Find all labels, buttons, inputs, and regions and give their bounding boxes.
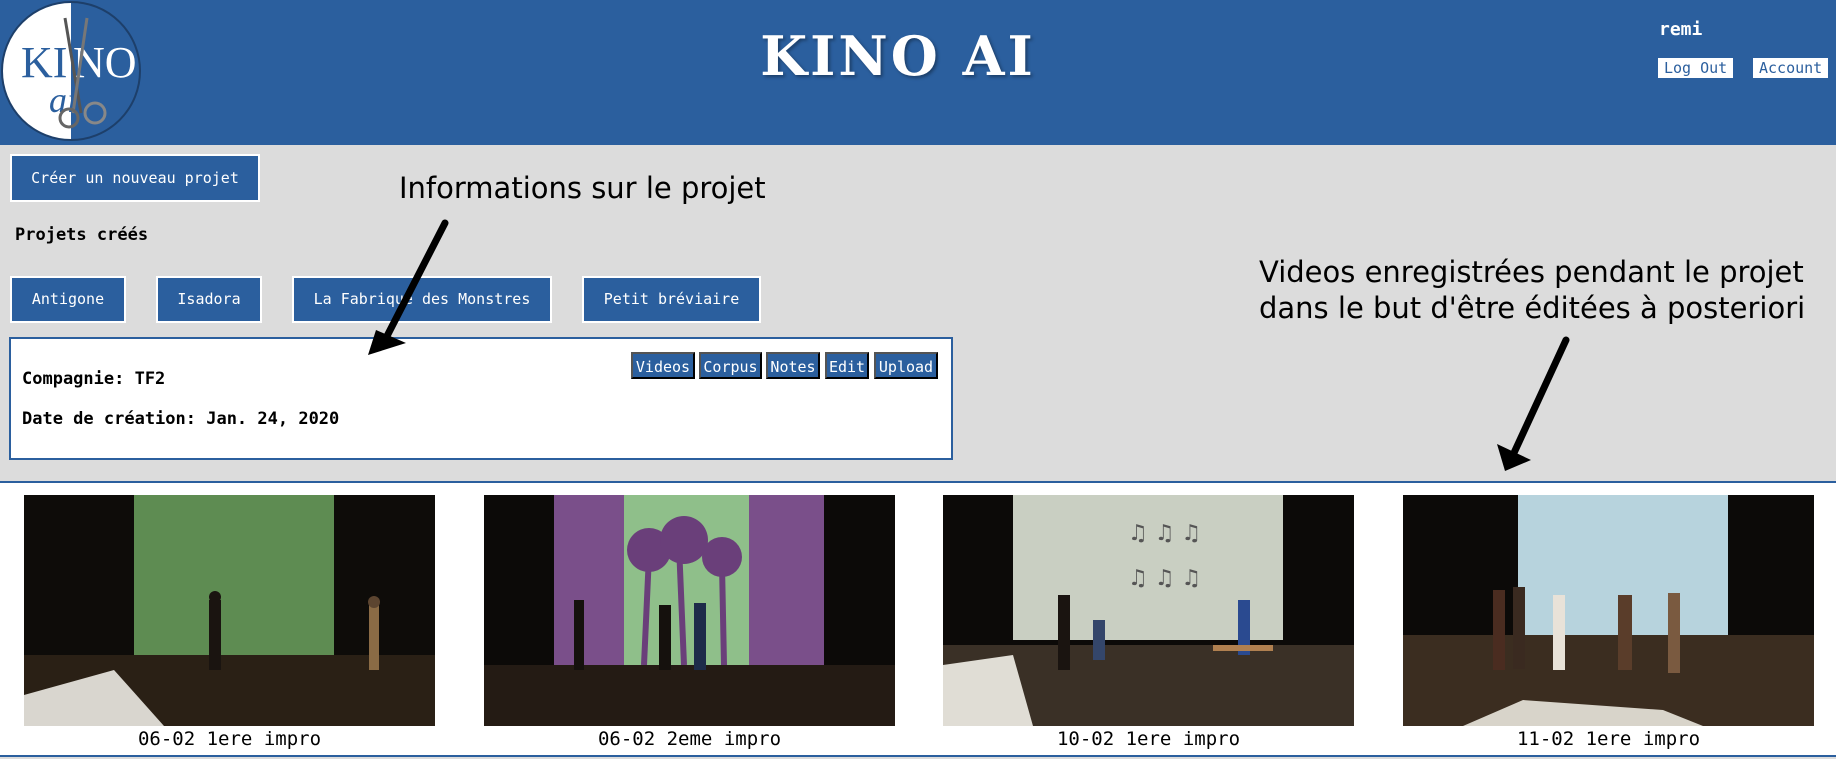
video-caption: 06-02 2eme impro xyxy=(597,728,782,750)
video-thumbnail[interactable]: ♫ ♫ ♫ ♫ ♫ ♫ xyxy=(943,495,1354,726)
stage-scene-image: ♫ ♫ ♫ ♫ ♫ ♫ xyxy=(943,495,1354,726)
video-caption: 06-02 1ere impro xyxy=(137,728,322,750)
projection-screen xyxy=(134,495,334,675)
video-thumbnail[interactable] xyxy=(24,495,435,726)
video-card[interactable]: 06-02 1ere impro xyxy=(24,495,435,750)
video-thumbnail[interactable] xyxy=(1403,495,1814,726)
stage-scene-image xyxy=(24,495,435,726)
video-card[interactable]: 06-02 2eme impro xyxy=(484,495,895,750)
videos-strip: 06-02 1ere impro 06-02 2eme impro ♫ ♫ ♫ … xyxy=(0,481,1836,757)
video-caption: 11-02 1ere impro xyxy=(1516,728,1701,750)
video-caption: 10-02 1ere impro xyxy=(1056,728,1241,750)
arrow-to-videos xyxy=(1497,336,1570,471)
video-card[interactable]: 11-02 1ere impro xyxy=(1403,495,1814,750)
svg-text:♫ ♫ ♫: ♫ ♫ ♫ xyxy=(1128,521,1201,546)
video-thumbnail[interactable] xyxy=(484,495,895,726)
stage-scene-image xyxy=(1403,495,1814,726)
arrow-to-info-panel xyxy=(368,219,449,355)
stage-scene-image xyxy=(484,495,895,726)
svg-text:♫ ♫ ♫: ♫ ♫ ♫ xyxy=(1128,566,1201,591)
video-card[interactable]: ♫ ♫ ♫ ♫ ♫ ♫ 10-02 1ere impro xyxy=(943,495,1354,750)
